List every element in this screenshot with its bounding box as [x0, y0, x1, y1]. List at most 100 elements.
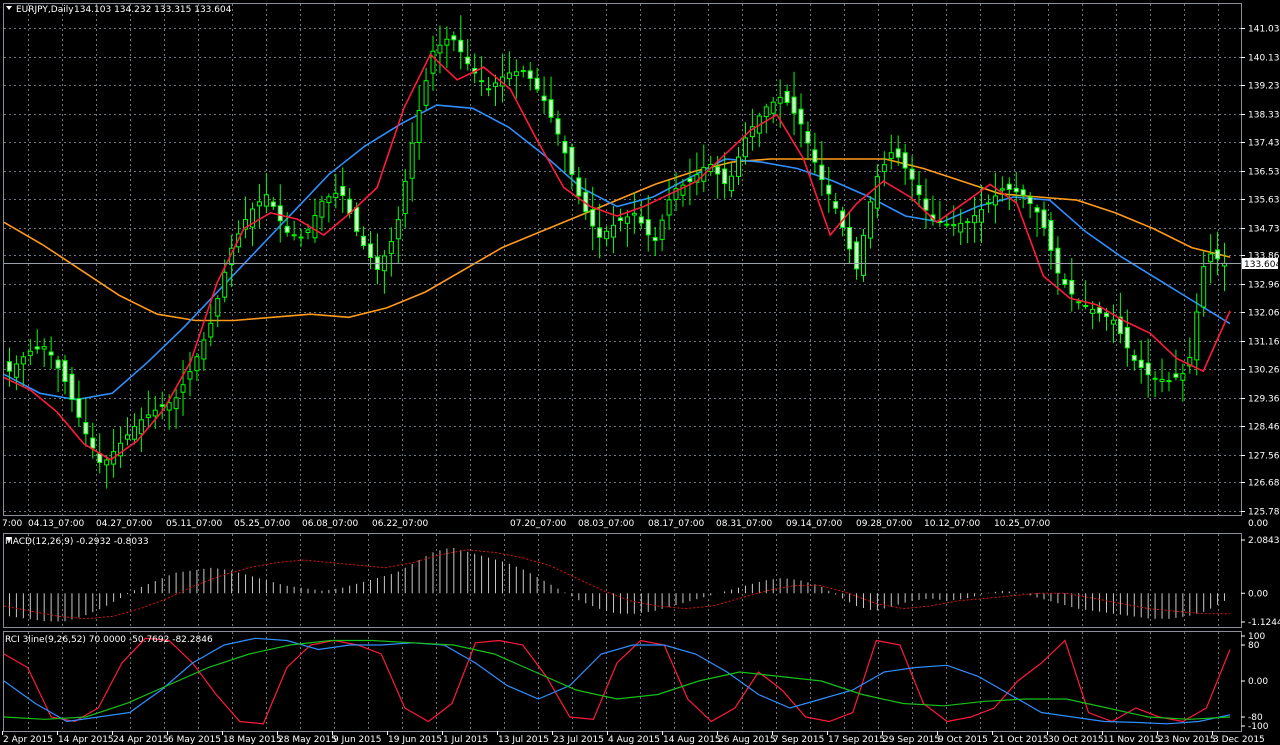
date-label: 21 Oct 2015: [993, 735, 1049, 745]
date-label: 11 Nov 2015: [1103, 735, 1161, 745]
candle-up: [506, 72, 512, 80]
candle-up: [256, 201, 262, 207]
date-label: 26 Aug 2015: [718, 735, 776, 745]
candle-up: [312, 215, 318, 239]
candle-up: [513, 71, 519, 76]
candle-down: [638, 216, 644, 224]
price-label: 141.035: [1248, 25, 1280, 35]
date-label: 7 Sep 2015: [773, 735, 824, 745]
candle-up: [860, 234, 866, 276]
candle-down: [83, 422, 89, 435]
candle-up: [423, 80, 429, 106]
candle-up: [263, 194, 269, 207]
candle-up: [1208, 253, 1214, 263]
price-label: 132.960: [1248, 281, 1280, 291]
date-label: 28 May 2015: [278, 735, 337, 745]
date-label: 6 May 2015: [168, 735, 221, 745]
price-label: 126.685: [1248, 479, 1280, 489]
candle-up: [187, 371, 193, 380]
rci-label: RCI 3line(9,26,52) 70.0000 -50.7692 -82.…: [5, 635, 213, 645]
candle-up: [763, 106, 769, 118]
candle-up: [992, 195, 998, 206]
rci-axis-label: 80: [1248, 641, 1260, 651]
candle-up: [291, 234, 297, 237]
date-label: 14 Aug 2015: [663, 735, 721, 745]
date-label: 23 Nov 2015: [1158, 735, 1216, 745]
candle-up: [173, 397, 179, 410]
candle-down: [569, 146, 575, 175]
price-label: 134.735: [1248, 225, 1280, 235]
candle-down: [555, 118, 561, 135]
candle-down: [1097, 307, 1103, 314]
candle-up: [520, 70, 526, 73]
candle-down: [451, 35, 457, 41]
time-marker-label: 7:00: [2, 519, 22, 529]
candle-up: [319, 200, 325, 218]
candle-up: [208, 322, 214, 338]
candle-up: [1159, 378, 1165, 382]
candle-down: [784, 90, 790, 103]
rci-axis-label: 0.00: [1248, 677, 1268, 687]
date-label: 23 Jul 2015: [553, 735, 604, 745]
candle-down: [55, 359, 61, 369]
candle-up: [20, 356, 26, 365]
price-label: 138.335: [1248, 111, 1280, 121]
time-marker-label: 09.14_07:00: [786, 519, 842, 529]
candle-down: [361, 235, 367, 247]
rci-header: RCI 3line(9,26,52) 70.0000 -50.7692 -82.…: [5, 635, 213, 645]
candle-up: [152, 409, 158, 417]
candle-up: [131, 426, 137, 440]
candle-down: [298, 236, 304, 239]
candle-up: [867, 201, 873, 239]
candle-down: [1103, 312, 1109, 318]
candle-up: [958, 222, 964, 233]
candle-down: [1027, 196, 1033, 205]
candle-down: [270, 201, 276, 207]
candle-up: [999, 188, 1005, 191]
candle-down: [1138, 359, 1144, 369]
date-label: 24 Apr 2015: [113, 735, 169, 745]
candle-down: [69, 373, 75, 400]
candle-up: [138, 419, 144, 435]
time-marker-label: 06.22_07:00: [372, 519, 428, 529]
date-label: 9 Oct 2015: [938, 735, 988, 745]
candle-down: [833, 201, 839, 209]
candle-down: [277, 205, 283, 222]
candle-down: [617, 217, 623, 222]
price-label: 130.260: [1248, 366, 1280, 376]
time-marker-label: 08.03_07:00: [578, 519, 634, 529]
candle-down: [812, 149, 818, 163]
candle-down: [541, 95, 547, 102]
candle-up: [437, 44, 443, 54]
candle-down: [1062, 278, 1068, 285]
candle-up: [305, 229, 311, 234]
candle-up: [125, 434, 131, 440]
candle-down: [354, 206, 360, 232]
candle-up: [326, 196, 332, 204]
time-marker-label: 10.25_07:00: [994, 519, 1050, 529]
candle-down: [1076, 301, 1082, 304]
candle-up: [409, 142, 415, 179]
price-label: 140.135: [1248, 54, 1280, 64]
main-axis-bottom-label: 0.00: [1248, 519, 1268, 529]
chart-window[interactable]: EURJPY,Daily 134.103 134.232 133.315 133…: [0, 0, 1280, 745]
date-label: 2 Apr 2015: [3, 735, 53, 745]
candle-down: [548, 99, 554, 118]
candle-up: [736, 156, 742, 177]
candle-down: [465, 56, 471, 65]
candle-down: [1034, 207, 1040, 213]
candle-down: [895, 148, 901, 158]
candle-down: [909, 168, 915, 180]
candle-down: [1083, 305, 1089, 308]
candle-up: [1166, 380, 1172, 383]
candle-up: [194, 356, 200, 372]
candle-up: [1110, 319, 1116, 325]
current-price-text: 133.604: [1244, 260, 1280, 270]
candle-down: [687, 177, 693, 183]
date-label: 9 Jun 2015: [333, 735, 381, 745]
macd-label: MACD(12,26,9) -0.2932 -0.8033: [5, 537, 149, 547]
candle-down: [458, 39, 464, 53]
candle-down: [34, 346, 40, 350]
candle-up: [1152, 377, 1158, 380]
price-label: 137.435: [1248, 139, 1280, 149]
